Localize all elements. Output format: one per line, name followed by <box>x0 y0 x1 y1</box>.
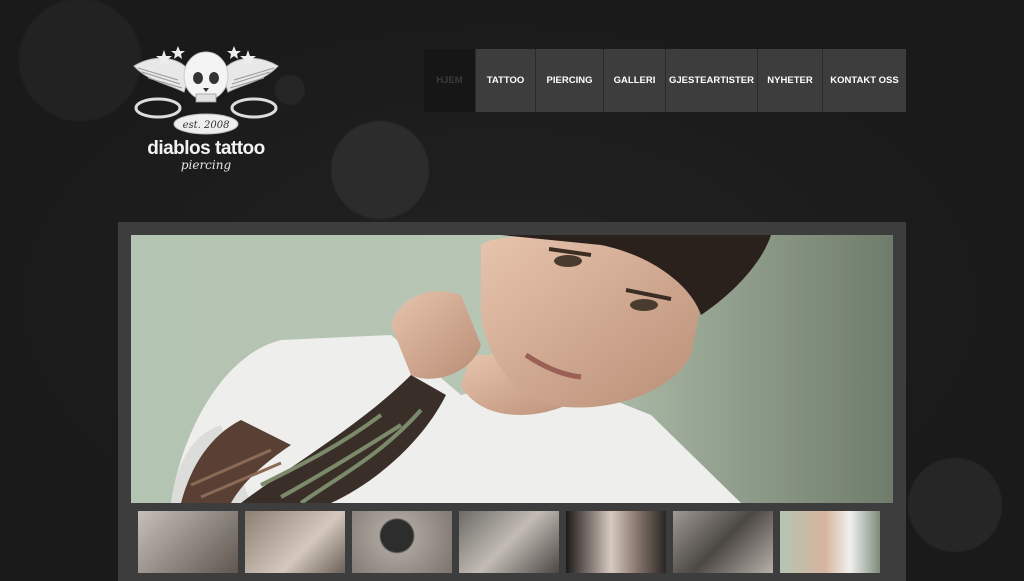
nav-item-piercing[interactable]: PIERCING <box>536 49 604 112</box>
brand-name: diablos tattoo <box>147 138 265 159</box>
nav-item-hjem[interactable]: HJEM <box>424 49 476 112</box>
thumbnail-4[interactable] <box>459 511 559 573</box>
nav-item-gjesteartister[interactable]: GJESTEARTISTER <box>666 49 758 112</box>
nav-item-galleri[interactable]: GALLERI <box>604 49 666 112</box>
nav-item-kontakt-oss[interactable]: KONTAKT OSS <box>823 49 906 112</box>
featured-photo-image <box>131 235 893 503</box>
thumbnail-5[interactable] <box>566 511 666 573</box>
thumbnail-3[interactable] <box>352 511 452 573</box>
main-navigation: HJEM TATTOO PIERCING GALLERI GJESTEARTIS… <box>424 49 906 112</box>
nav-item-nyheter[interactable]: NYHETER <box>758 49 823 112</box>
thumbnail-7[interactable] <box>780 511 880 573</box>
featured-photo[interactable] <box>131 235 893 503</box>
nav-item-tattoo[interactable]: TATTOO <box>476 49 536 112</box>
winged-skull-icon: est. 2008 <box>133 46 279 135</box>
image-gallery <box>118 222 906 581</box>
thumbnail-6[interactable] <box>673 511 773 573</box>
thumbnail-strip <box>138 511 880 573</box>
site-logo[interactable]: est. 2008 diablos tattoo piercing <box>124 44 288 180</box>
thumbnail-1[interactable] <box>138 511 238 573</box>
brand-subtitle: piercing <box>180 158 232 172</box>
established-label: est. 2008 <box>183 120 230 131</box>
thumbnail-2[interactable] <box>245 511 345 573</box>
